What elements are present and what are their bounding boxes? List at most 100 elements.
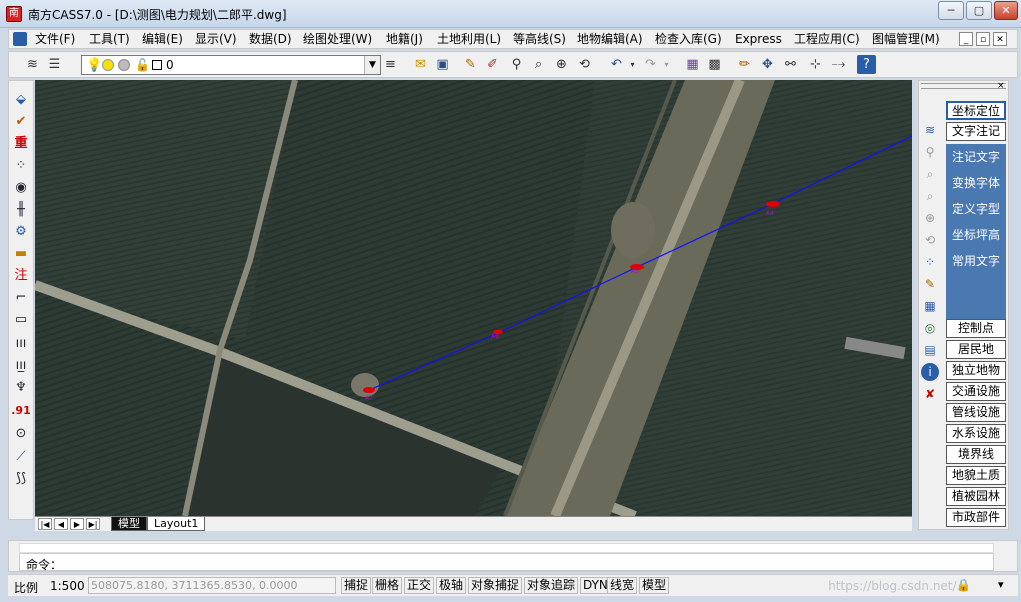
app-icon[interactable]: 南	[6, 6, 22, 22]
snap-toggle[interactable]: 捕捉	[341, 577, 372, 594]
minimize-button[interactable]: ─	[938, 1, 964, 20]
wave-icon[interactable]: ⟆⟆	[11, 469, 31, 489]
first-tab-button[interactable]: |◀	[38, 518, 52, 530]
tray-settings-icon[interactable]: ▾	[998, 578, 1012, 592]
doc-restore-button[interactable]: ▫	[976, 32, 990, 46]
rectangle-icon[interactable]: ▭	[11, 310, 31, 330]
text-annotation-button[interactable]: 文字注记	[946, 122, 1006, 141]
menu-edit[interactable]: 编辑(E)	[140, 31, 185, 48]
point-grid-icon[interactable]: ⁘	[11, 156, 31, 176]
layers-icon[interactable]: ≋	[921, 121, 939, 139]
heavy-icon[interactable]: 重	[11, 134, 31, 154]
tab-layout1[interactable]: Layout1	[147, 517, 206, 531]
undo-view-icon[interactable]: ⟲	[921, 231, 939, 249]
grid-toggle[interactable]: 栅格	[372, 577, 403, 594]
zoom-window-icon[interactable]: ⌕	[921, 165, 939, 183]
delete-icon[interactable]: ✘	[921, 385, 939, 403]
osnap-toggle[interactable]: 对象捕捉	[468, 577, 523, 594]
next-tab-button[interactable]: ▶	[70, 518, 84, 530]
layers-icon[interactable]: ≋	[23, 55, 42, 74]
category-button[interactable]: 植被园林	[946, 487, 1006, 506]
last-tab-button[interactable]: ▶|	[86, 518, 100, 530]
draw-line-icon[interactable]: ✏	[735, 55, 754, 74]
menu-feature-edit[interactable]: 地物编辑(A)	[575, 31, 645, 48]
measure-icon[interactable]: ⤍	[829, 55, 848, 74]
menu-drawing[interactable]: 绘图处理(W)	[301, 31, 374, 48]
drawing-canvas[interactable]: A7 A6 A5 A4	[35, 80, 912, 516]
zoom-in-icon[interactable]: ⊕	[921, 209, 939, 227]
fence-icon[interactable]: ╫	[11, 200, 31, 220]
otrack-toggle[interactable]: 对象追踪	[524, 577, 579, 594]
polar-toggle[interactable]: 极轴	[436, 577, 467, 594]
info-icon[interactable]: i	[921, 363, 939, 381]
freeze-icon[interactable]	[118, 59, 130, 71]
properties-icon[interactable]: ▦	[683, 55, 702, 74]
menu-check[interactable]: 检查入库(G)	[653, 31, 724, 48]
layer-manager-icon[interactable]: ☰	[45, 55, 64, 74]
target-icon[interactable]: ◎	[921, 319, 939, 337]
tab-model[interactable]: 模型	[111, 517, 147, 531]
save-icon[interactable]: ▣	[433, 55, 452, 74]
check-icon[interactable]: ✔	[11, 112, 31, 132]
panel-grip[interactable]	[921, 83, 1006, 89]
zoom-previous-icon[interactable]: ⌕	[921, 187, 939, 205]
command-input[interactable]: 命令：	[19, 553, 994, 572]
category-button[interactable]: 控制点	[946, 319, 1006, 338]
menu-view[interactable]: 显示(V)	[193, 31, 239, 48]
lock-icon[interactable]: 🔓	[135, 58, 150, 72]
comb-icon[interactable]: ııı	[11, 334, 31, 354]
line-icon[interactable]: ⟋	[11, 447, 31, 467]
lineweight-toggle[interactable]: 线宽	[607, 577, 638, 594]
settings-icon[interactable]: ⚙	[11, 222, 31, 242]
point-grid-icon[interactable]: ⁘	[921, 253, 939, 271]
lock-icon[interactable]: 🔒	[956, 578, 971, 592]
submenu-item[interactable]: 注记文字	[946, 146, 1006, 168]
maximize-button[interactable]: ▢	[966, 1, 992, 20]
move-icon[interactable]: ✥	[758, 55, 777, 74]
category-button[interactable]: 独立地物	[946, 361, 1006, 380]
submenu-item[interactable]: 常用文字	[946, 250, 1006, 272]
layer-manager-icon[interactable]: ▦	[921, 297, 939, 315]
coord-locate-button[interactable]: 坐标定位	[946, 101, 1006, 120]
model-toggle[interactable]: 模型	[639, 577, 670, 594]
menu-cadastre[interactable]: 地籍(J)	[384, 31, 425, 48]
menu-landuse[interactable]: 土地利用(L)	[435, 31, 503, 48]
circle-icon[interactable]: ⊙	[11, 424, 31, 444]
category-button[interactable]: 管线设施	[946, 403, 1006, 422]
menu-sheet[interactable]: 图幅管理(M)	[870, 31, 942, 48]
category-button[interactable]: 境界线	[946, 445, 1006, 464]
zoom-previous-icon[interactable]: ⟲	[575, 55, 594, 74]
dimension-icon[interactable]: ⊹	[806, 55, 825, 74]
tree-icon[interactable]: ♆	[11, 378, 31, 398]
category-button[interactable]: 地貌土质	[946, 466, 1006, 485]
polyline-icon[interactable]: ⌐	[11, 288, 31, 308]
document-icon[interactable]	[13, 32, 27, 46]
menu-tools[interactable]: 工具(T)	[87, 31, 132, 48]
edit-icon[interactable]: ✐	[483, 55, 502, 74]
menu-express[interactable]: Express	[733, 31, 784, 48]
menu-engineering[interactable]: 工程应用(C)	[792, 31, 862, 48]
pencil-icon[interactable]: ✎	[461, 55, 480, 74]
bulb-icon[interactable]: 💡	[86, 58, 102, 73]
zoom-window-icon[interactable]: ⌕	[529, 55, 548, 74]
zoom-realtime-icon[interactable]: ⚲	[507, 55, 526, 74]
annotate-icon[interactable]: 注	[11, 266, 31, 286]
ruler-icon[interactable]: ▬	[11, 244, 31, 264]
category-button[interactable]: 交通设施	[946, 382, 1006, 401]
doc-minimize-button[interactable]: _	[959, 32, 973, 46]
submenu-item[interactable]: 定义字型	[946, 198, 1006, 220]
menu-file[interactable]: 文件(F)	[33, 31, 77, 48]
chevron-down-icon[interactable]: ▼	[364, 56, 380, 74]
zoom-in-icon[interactable]: ⊕	[552, 55, 571, 74]
snap-icon[interactable]: ⚯	[781, 55, 800, 74]
category-button[interactable]: 市政部件	[946, 508, 1006, 527]
prev-tab-button[interactable]: ◀	[54, 518, 68, 530]
elevation-icon[interactable]: .91	[11, 401, 31, 421]
help-icon[interactable]: ?	[857, 55, 876, 74]
close-button[interactable]: ✕	[994, 1, 1018, 20]
submenu-item[interactable]: 变换字体	[946, 172, 1006, 194]
category-button[interactable]: 居民地	[946, 340, 1006, 359]
menu-contour[interactable]: 等高线(S)	[511, 31, 568, 48]
sun-icon[interactable]	[102, 59, 114, 71]
grid-icon[interactable]: ▤	[921, 341, 939, 359]
